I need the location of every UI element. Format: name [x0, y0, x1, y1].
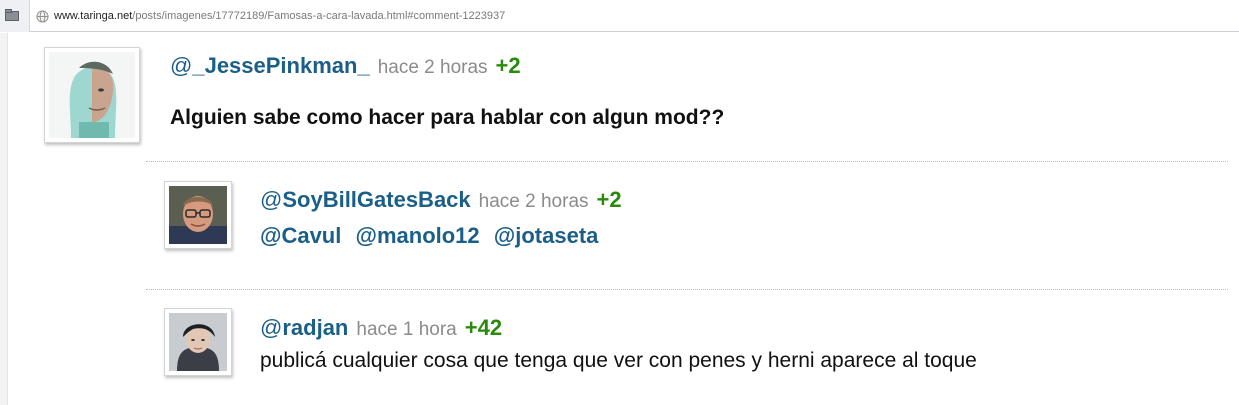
- avatar-image: [169, 313, 227, 371]
- comment-time: hace 1 hora: [356, 319, 457, 340]
- at-sign: @: [170, 53, 193, 78]
- comment-votes[interactable]: +2: [597, 187, 622, 213]
- mention-link[interactable]: @Cavul: [260, 223, 341, 248]
- globe-icon: [36, 9, 49, 23]
- avatar-jessepinkman[interactable]: [44, 47, 140, 143]
- comment-time: hace 2 horas: [377, 57, 488, 78]
- at-sign: @: [260, 187, 283, 212]
- url-domain: www.taringa.net: [54, 10, 133, 22]
- mention-link[interactable]: @jotaseta: [494, 223, 599, 248]
- url-path: /posts/imagenes/17772189/Famosas-a-cara-…: [132, 10, 506, 22]
- avatar-soybillgatesback[interactable]: [164, 181, 232, 249]
- comment-header: @ SoyBillGatesBack hace 2 horas +2: [260, 187, 622, 213]
- username-link[interactable]: SoyBillGatesBack: [282, 187, 470, 213]
- avatar-radjan[interactable]: [164, 308, 232, 376]
- left-gutter: [0, 33, 8, 405]
- comment-text: Alguien sabe como hacer para hablar con …: [170, 106, 725, 129]
- username-link[interactable]: _JessePinkman_: [192, 53, 369, 79]
- comment-text: publicá cualquier cosa que tenga que ver…: [260, 349, 977, 372]
- comments-page: @ _JessePinkman_ hace 2 horas +2 Alguien…: [0, 33, 1239, 405]
- at-sign: @: [260, 315, 283, 340]
- comment-votes[interactable]: +42: [465, 315, 502, 341]
- avatar-image: [49, 52, 135, 138]
- mention-link[interactable]: @manolo12: [356, 223, 480, 248]
- comment-divider: [146, 161, 1228, 162]
- url-field[interactable]: www.taringa.net /posts/imagenes/17772189…: [36, 8, 505, 24]
- avatar-image: [169, 186, 227, 244]
- comment-time: hace 2 horas: [478, 191, 589, 212]
- comment-header: @ radjan hace 1 hora +42: [260, 315, 502, 341]
- comment-votes[interactable]: +2: [496, 53, 521, 79]
- tab-strip-edge[interactable]: [0, 0, 30, 32]
- comment-mentions: @Cavul @manolo12 @jotaseta: [260, 223, 606, 249]
- address-bar: www.taringa.net /posts/imagenes/17772189…: [0, 0, 1239, 32]
- username-link[interactable]: radjan: [282, 315, 348, 341]
- comment-header: @ _JessePinkman_ hace 2 horas +2: [170, 53, 521, 79]
- tab-icon[interactable]: [5, 9, 19, 21]
- comment-divider: [146, 289, 1228, 290]
